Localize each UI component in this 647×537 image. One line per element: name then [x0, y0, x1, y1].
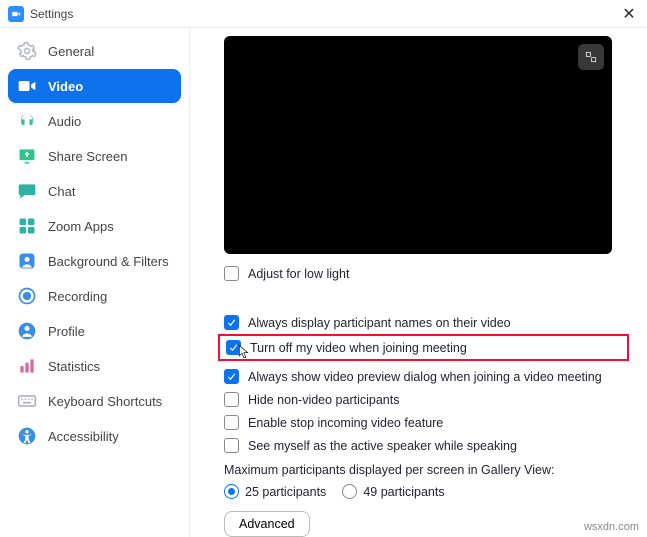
turn-off-video-label: Turn off my video when joining meeting — [250, 341, 467, 355]
sidebar-item-label: Accessibility — [48, 429, 119, 444]
recording-icon — [16, 285, 38, 307]
accessibility-icon — [16, 425, 38, 447]
sidebar-item-accessibility[interactable]: Accessibility — [8, 419, 181, 453]
sidebar-item-recording[interactable]: Recording — [8, 279, 181, 313]
window-title: Settings — [30, 7, 619, 21]
sidebar-item-keyboard-shortcuts[interactable]: Keyboard Shortcuts — [8, 384, 181, 418]
apps-icon — [16, 215, 38, 237]
hide-nonvideo-row: Hide non-video participants — [224, 392, 623, 407]
sidebar-item-label: General — [48, 44, 94, 59]
enable-stop-incoming-label: Enable stop incoming video feature — [248, 416, 443, 430]
sidebar-item-label: Audio — [48, 114, 81, 129]
sidebar-item-label: Video — [48, 79, 83, 94]
gallery-radio-row: 25 participants 49 participants — [224, 484, 623, 499]
always-preview-checkbox[interactable] — [224, 369, 239, 384]
always-preview-label: Always show video preview dialog when jo… — [248, 370, 602, 384]
highlighted-setting: Turn off my video when joining meeting — [218, 334, 629, 361]
sidebar-item-chat[interactable]: Chat — [8, 174, 181, 208]
sidebar-item-label: Zoom Apps — [48, 219, 114, 234]
gear-icon — [16, 40, 38, 62]
sidebar-item-audio[interactable]: Audio — [8, 104, 181, 138]
video-preview — [224, 36, 612, 254]
cursor-icon — [238, 344, 251, 363]
chat-icon — [16, 180, 38, 202]
sidebar-item-label: Statistics — [48, 359, 100, 374]
sidebar: General Video Audio Share Screen Chat Zo… — [0, 28, 190, 537]
sidebar-item-label: Background & Filters — [48, 254, 169, 269]
radio-49-participants[interactable] — [342, 484, 357, 499]
see-myself-active-label: See myself as the active speaker while s… — [248, 439, 517, 453]
hide-nonvideo-label: Hide non-video participants — [248, 393, 399, 407]
profile-icon — [16, 320, 38, 342]
radio-25-participants[interactable] — [224, 484, 239, 499]
video-icon — [16, 75, 38, 97]
radio-25-label: 25 participants — [245, 485, 326, 499]
sidebar-item-background-filters[interactable]: Background & Filters — [8, 244, 181, 278]
hide-nonvideo-checkbox[interactable] — [224, 392, 239, 407]
see-myself-active-row: See myself as the active speaker while s… — [224, 438, 623, 453]
adjust-low-light-checkbox[interactable] — [224, 266, 239, 281]
background-icon — [16, 250, 38, 272]
sidebar-item-label: Recording — [48, 289, 107, 304]
watermark-text: wsxdn.com — [584, 521, 639, 533]
sidebar-item-label: Share Screen — [48, 149, 128, 164]
always-display-names-row: Always display participant names on thei… — [224, 315, 623, 330]
see-myself-active-checkbox[interactable] — [224, 438, 239, 453]
always-display-names-checkbox[interactable] — [224, 315, 239, 330]
sidebar-item-general[interactable]: General — [8, 34, 181, 68]
expand-preview-button[interactable] — [578, 44, 604, 70]
enable-stop-incoming-checkbox[interactable] — [224, 415, 239, 430]
advanced-button[interactable]: Advanced — [224, 511, 310, 537]
sidebar-item-label: Keyboard Shortcuts — [48, 394, 162, 409]
enable-stop-incoming-row: Enable stop incoming video feature — [224, 415, 623, 430]
sidebar-item-video[interactable]: Video — [8, 69, 181, 103]
always-display-names-label: Always display participant names on thei… — [248, 316, 511, 330]
main-area: General Video Audio Share Screen Chat Zo… — [0, 28, 647, 537]
adjust-low-light-label: Adjust for low light — [248, 267, 349, 281]
sidebar-item-label: Profile — [48, 324, 85, 339]
statistics-icon — [16, 355, 38, 377]
radio-49-label: 49 participants — [363, 485, 444, 499]
zoom-app-icon — [8, 6, 24, 22]
content-panel: Adjust for low light Always display part… — [190, 28, 647, 537]
sidebar-item-profile[interactable]: Profile — [8, 314, 181, 348]
always-preview-row: Always show video preview dialog when jo… — [224, 369, 623, 384]
keyboard-icon — [16, 390, 38, 412]
sidebar-item-label: Chat — [48, 184, 75, 199]
close-icon[interactable]: ✕ — [619, 4, 639, 24]
gallery-view-label: Maximum participants displayed per scree… — [224, 463, 623, 477]
share-screen-icon — [16, 145, 38, 167]
sidebar-item-statistics[interactable]: Statistics — [8, 349, 181, 383]
title-bar: Settings ✕ — [0, 0, 647, 28]
adjust-low-light-row: Adjust for low light — [224, 266, 623, 281]
audio-icon — [16, 110, 38, 132]
sidebar-item-share-screen[interactable]: Share Screen — [8, 139, 181, 173]
sidebar-item-zoom-apps[interactable]: Zoom Apps — [8, 209, 181, 243]
